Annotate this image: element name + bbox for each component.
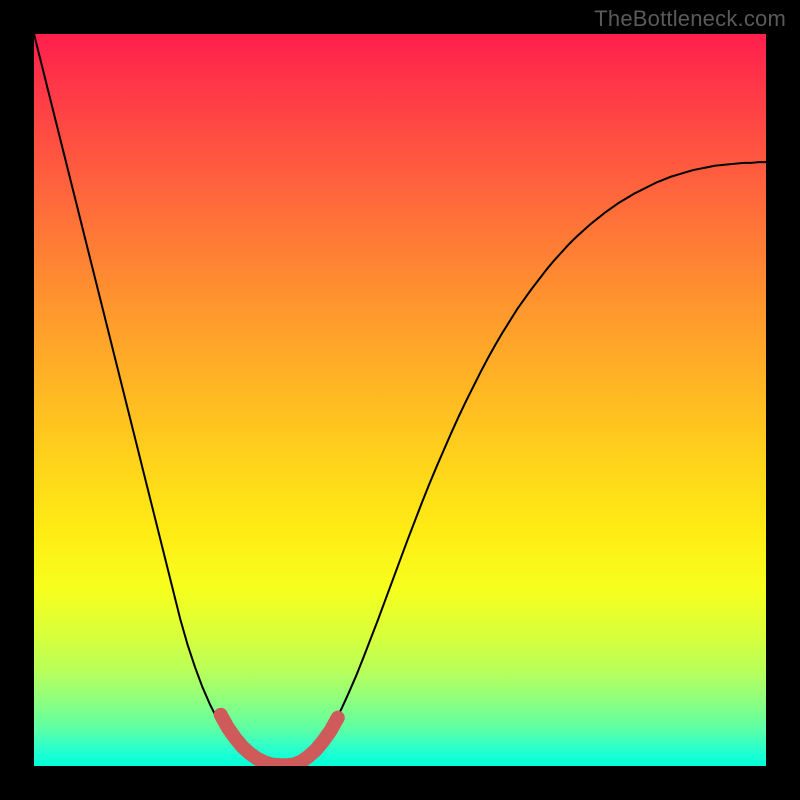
main-curve-line xyxy=(34,34,766,766)
watermark-text: TheBottleneck.com xyxy=(594,6,786,32)
chart-frame: TheBottleneck.com xyxy=(0,0,800,800)
highlight-curve-line xyxy=(221,715,338,766)
plot-area xyxy=(34,34,766,766)
chart-svg xyxy=(34,34,766,766)
